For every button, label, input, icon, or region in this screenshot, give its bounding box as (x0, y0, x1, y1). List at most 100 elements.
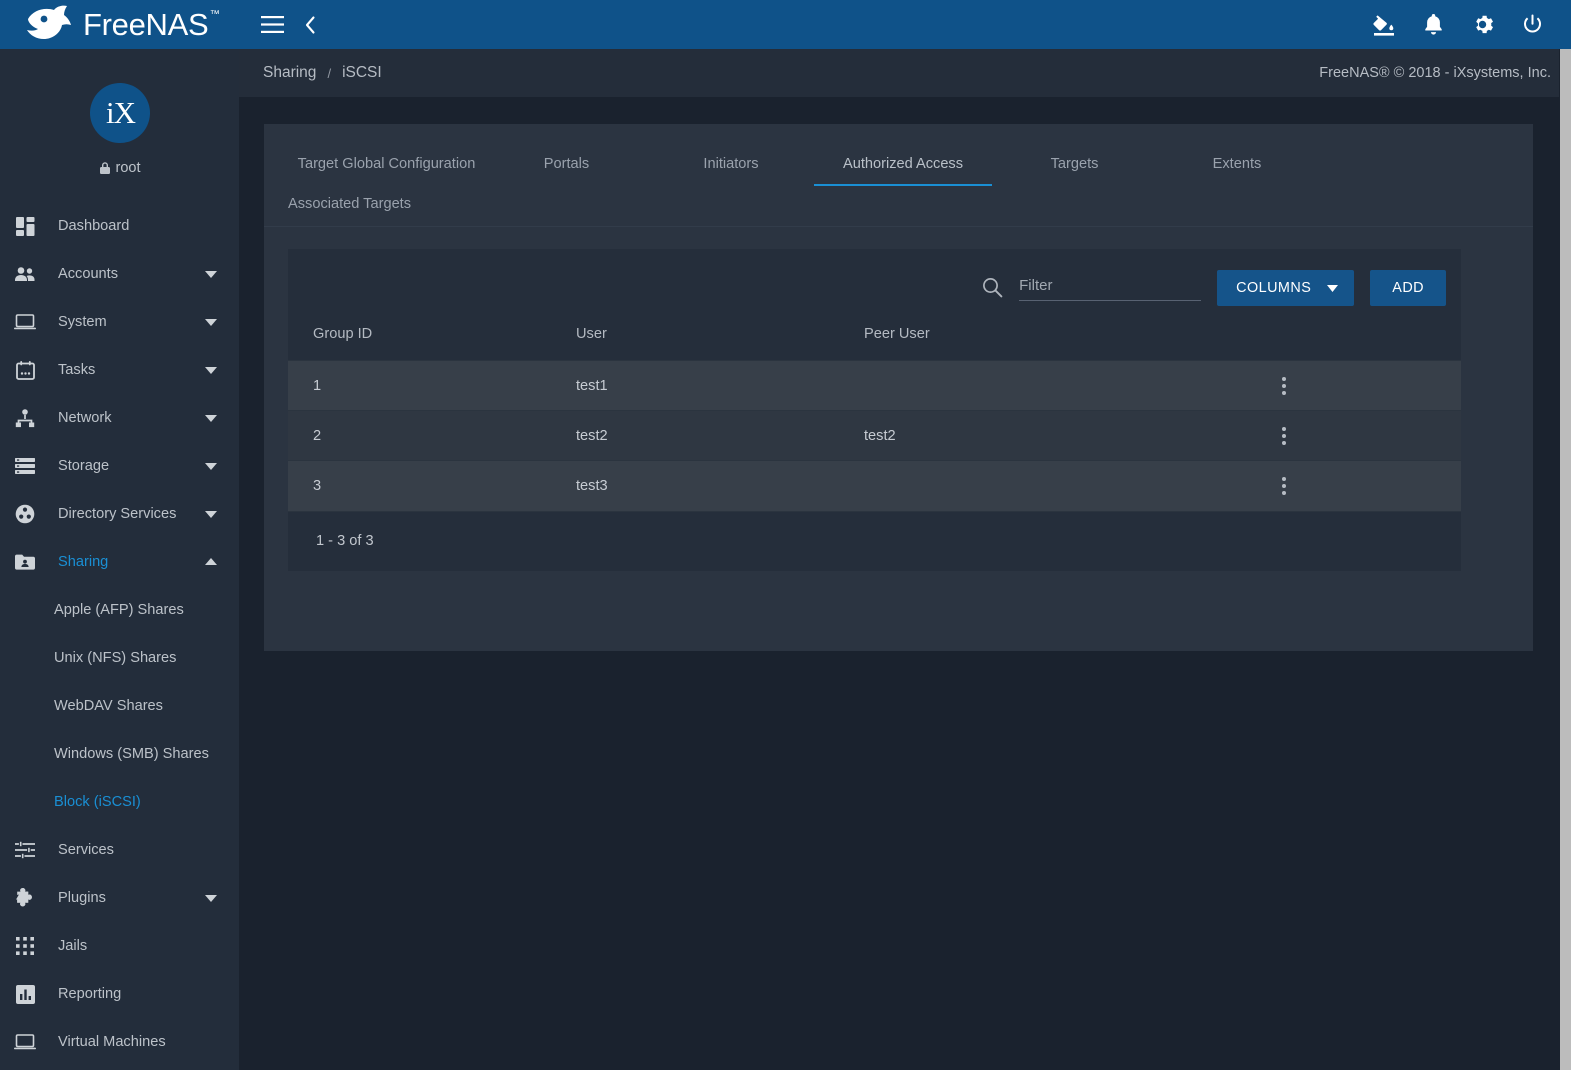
sidebar-item-block-iscsi[interactable]: Block (iSCSI) (0, 778, 239, 826)
sidebar-item-system[interactable]: System (0, 298, 239, 346)
tab-extents[interactable]: Extents (1157, 146, 1317, 186)
kebab-menu-icon[interactable] (1272, 476, 1296, 495)
tab-label: Extents (1212, 156, 1262, 172)
cell-peer-user (864, 360, 1272, 411)
columns-button[interactable]: COLUMNS (1217, 269, 1355, 306)
avatar-text: iX (105, 95, 134, 130)
sidebar-subitem-label: Apple (AFP) Shares (54, 602, 184, 618)
shared-folder-icon (12, 550, 38, 574)
table-pagination: 1 - 3 of 3 (288, 510, 1461, 571)
cell-group-id: 1 (288, 360, 576, 411)
add-button[interactable]: ADD (1370, 269, 1446, 306)
sidebar-item-dashboard[interactable]: Dashboard (0, 202, 239, 250)
freenas-logo[interactable]: FreeNAS ™ (22, 5, 220, 45)
username-row: root (0, 160, 239, 176)
people-icon (12, 262, 38, 286)
sidebar-item-tasks[interactable]: Tasks (0, 346, 239, 394)
app-root: FreeNAS ™ iX root Dashboard Accounts Sys… (0, 0, 1571, 1070)
puzzle-piece-icon (12, 886, 38, 910)
brand-name: FreeNAS ™ (83, 7, 220, 42)
column-header-user[interactable]: User (576, 326, 864, 361)
cell-peer-user (864, 460, 1272, 511)
sidebar-item-label: Jails (58, 938, 88, 954)
brand-header: FreeNAS ™ (0, 0, 239, 49)
sidebar-item-jails[interactable]: Jails (0, 922, 239, 970)
scrollbar-thumb[interactable] (1560, 49, 1571, 1070)
sidebar-item-apple-afp-shares[interactable]: Apple (AFP) Shares (0, 586, 239, 634)
sidebar-item-directory-services[interactable]: Directory Services (0, 490, 239, 538)
user-block: iX root (0, 49, 239, 176)
tab-authorized-access[interactable]: Authorized Access (814, 146, 992, 186)
chevron-down-icon[interactable] (205, 270, 217, 278)
table-row[interactable]: 2 test2 test2 (288, 410, 1461, 461)
sidebar-item-unix-nfs-shares[interactable]: Unix (NFS) Shares (0, 634, 239, 682)
table-toolbar: COLUMNS ADD (288, 249, 1461, 326)
storage-stack-icon (12, 454, 38, 478)
kebab-menu-icon[interactable] (1272, 376, 1296, 395)
laptop-icon (12, 310, 38, 334)
tab-label: Associated Targets (288, 196, 412, 212)
tab-associated-targets[interactable]: Associated Targets (288, 186, 485, 226)
username-label: root (115, 160, 141, 176)
chevron-down-icon[interactable] (205, 510, 217, 518)
chevron-down-icon[interactable] (205, 894, 217, 902)
cell-actions (1272, 360, 1461, 411)
tab-target-global-configuration[interactable]: Target Global Configuration (288, 146, 485, 186)
copyright-text: FreeNAS® © 2018 - iXsystems, Inc. (1319, 65, 1551, 81)
chevron-down-icon[interactable] (205, 462, 217, 470)
tab-portals[interactable]: Portals (485, 146, 648, 186)
chevron-up-icon[interactable] (205, 558, 217, 566)
sidebar-item-label: Accounts (58, 266, 119, 282)
dashboard-icon (12, 214, 38, 238)
settings-gear-icon[interactable] (1472, 14, 1493, 35)
sidebar-item-webdav-shares[interactable]: WebDAV Shares (0, 682, 239, 730)
sidebar-item-label: System (58, 314, 107, 330)
sidebar-item-label: Reporting (58, 986, 122, 1002)
sidebar-item-plugins[interactable]: Plugins (0, 874, 239, 922)
chevron-down-icon[interactable] (205, 414, 217, 422)
power-icon[interactable] (1522, 14, 1543, 35)
iscsi-card: Target Global Configuration Portals Init… (264, 124, 1533, 651)
tab-bar: Target Global Configuration Portals Init… (264, 124, 1533, 227)
sidebar-item-virtual-machines[interactable]: Virtual Machines (0, 1018, 239, 1066)
page-scrollbar[interactable] (1559, 49, 1571, 1070)
columns-button-label: COLUMNS (1236, 279, 1312, 296)
ix-avatar: iX (81, 74, 158, 152)
sidebar-item-label: Dashboard (58, 218, 130, 234)
sidebar-item-services[interactable]: Services (0, 826, 239, 874)
tab-targets[interactable]: Targets (992, 146, 1157, 186)
sidebar-item-reporting[interactable]: Reporting (0, 970, 239, 1018)
sidebar-item-label: Sharing (58, 554, 109, 570)
breadcrumb-item-sharing[interactable]: Sharing (263, 64, 316, 82)
sidebar-item-sharing[interactable]: Sharing (0, 538, 239, 586)
kebab-menu-icon[interactable] (1272, 426, 1296, 445)
chevron-down-icon[interactable] (205, 366, 217, 374)
search-input[interactable] (1019, 274, 1202, 301)
theme-paint-icon[interactable] (1373, 14, 1395, 36)
chevron-down-icon[interactable] (205, 318, 217, 326)
column-header-peer-user[interactable]: Peer User (864, 326, 1272, 361)
sidebar-item-storage[interactable]: Storage (0, 442, 239, 490)
sidebar-item-accounts[interactable]: Accounts (0, 250, 239, 298)
authorized-access-table: Group ID User Peer User 1 test1 2 test2 … (288, 326, 1461, 511)
tab-initiators[interactable]: Initiators (648, 146, 814, 186)
table-row[interactable]: 3 test3 (288, 460, 1461, 511)
sidebar-subitem-label: Windows (SMB) Shares (54, 746, 209, 762)
chevron-left-icon[interactable] (305, 15, 316, 34)
tab-label: Authorized Access (842, 156, 964, 172)
sidebar-item-label: Virtual Machines (58, 1034, 166, 1050)
breadcrumb: Sharing / iSCSI (263, 64, 382, 82)
search-icon (982, 277, 1003, 298)
notifications-icon[interactable] (1424, 14, 1443, 35)
sidebar-item-windows-smb-shares[interactable]: Windows (SMB) Shares (0, 730, 239, 778)
sidebar-item-label: Directory Services (58, 506, 177, 522)
hamburger-menu-icon[interactable] (261, 16, 284, 33)
sidebar-item-network[interactable]: Network (0, 394, 239, 442)
table-row[interactable]: 1 test1 (288, 360, 1461, 411)
table-header-row: Group ID User Peer User (288, 326, 1461, 361)
page-body: Target Global Configuration Portals Init… (239, 97, 1559, 1070)
column-header-group-id[interactable]: Group ID (288, 326, 576, 361)
sidebar-subitem-label: WebDAV Shares (54, 698, 163, 714)
sidebar-item-display-system[interactable]: Display System (0, 1066, 239, 1070)
freenas-fish-logo-icon (22, 5, 74, 45)
